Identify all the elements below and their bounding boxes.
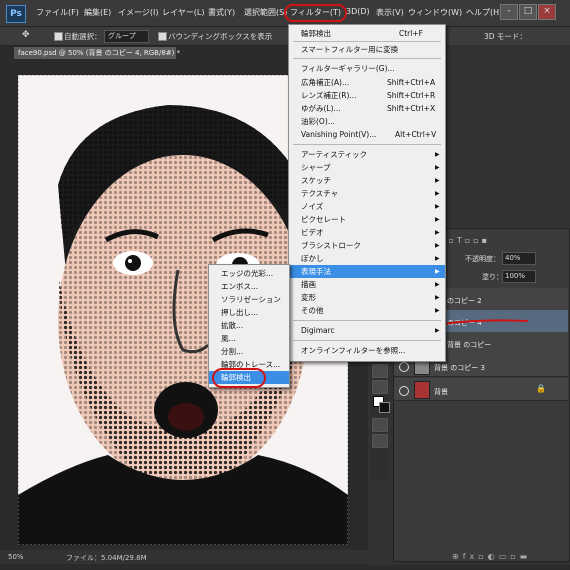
- menu-view[interactable]: 表示(V): [376, 7, 404, 18]
- 3d-mode-label: 3D モード：: [484, 32, 527, 41]
- red-annotation-circle: [212, 368, 266, 388]
- menu-layer[interactable]: レイヤー(L): [162, 7, 204, 18]
- menu-item-blur[interactable]: ぼかし ▶: [289, 252, 445, 265]
- submenu-arrow-icon: ▶: [435, 242, 440, 249]
- opacity-field[interactable]: 40%: [502, 252, 536, 265]
- minimize-button[interactable]: -: [500, 4, 518, 20]
- menu-item-video[interactable]: ビデオ ▶: [289, 226, 445, 239]
- submenu-item-wind[interactable]: 風...: [209, 332, 289, 345]
- menu-item-other[interactable]: その他 ▶: [289, 304, 445, 317]
- menu-file[interactable]: ファイル(F): [36, 7, 79, 18]
- menu-item-noise[interactable]: ノイズ ▶: [289, 200, 445, 213]
- menu-separator: [293, 41, 441, 42]
- menu-item-sketch[interactable]: スケッチ ▶: [289, 174, 445, 187]
- menu-item-oil-paint[interactable]: 油彩(O)...: [289, 115, 445, 128]
- menu-item-brush-strokes[interactable]: ブラシストローク ▶: [289, 239, 445, 252]
- menu-item-stylize[interactable]: 表現手法 ▶: [289, 265, 445, 278]
- menu-separator: [293, 320, 441, 321]
- menu-item-adaptive-wide-angle[interactable]: 広角補正(A)... Shift+Ctrl+A: [289, 76, 445, 89]
- status-bar: 50% ファイル：5.04M/29.8M: [0, 550, 370, 564]
- menu-image[interactable]: イメージ(I): [118, 7, 158, 18]
- submenu-arrow-icon: ▶: [435, 327, 440, 334]
- layer-name: 背景: [434, 388, 448, 396]
- zoom-level[interactable]: 50%: [8, 553, 24, 561]
- zoom-tool-icon[interactable]: [372, 364, 388, 378]
- submenu-arrow-icon: ▶: [435, 294, 440, 301]
- submenu-arrow-icon: ▶: [435, 307, 440, 314]
- menu-item-distort[interactable]: 変形 ▶: [289, 291, 445, 304]
- submenu-arrow-icon: ▶: [435, 177, 440, 184]
- submenu-item-diffuse[interactable]: 拡散...: [209, 319, 289, 332]
- submenu-arrow-icon: ▶: [435, 229, 440, 236]
- menu-item-browse-online-filters[interactable]: オンラインフィルターを参照...: [289, 344, 445, 357]
- menu-filter[interactable]: フィルター(T): [284, 4, 347, 22]
- maximize-button[interactable]: □: [519, 4, 537, 20]
- close-button[interactable]: ×: [538, 4, 556, 20]
- menu-separator: [293, 58, 441, 59]
- filter-menu: 輪郭検出 Ctrl+F スマートフィルター用に変換 フィルターギャラリー(G)..…: [288, 24, 446, 362]
- file-info: ファイル：5.04M/29.8M: [66, 554, 147, 562]
- submenu-item-extrude[interactable]: 押し出し...: [209, 306, 289, 319]
- bounding-box-label: バウンディングボックスを表示: [168, 32, 273, 41]
- red-annotation-underline: [441, 319, 529, 325]
- eye-icon[interactable]: [399, 386, 409, 396]
- submenu-arrow-icon: ▶: [435, 151, 440, 158]
- layer-panel-footer-icons[interactable]: ⊕fx▫◐▭▫▬: [452, 552, 562, 562]
- menu-item-smart-filter[interactable]: スマートフィルター用に変換: [289, 43, 445, 56]
- auto-select-label: 自動選択：: [64, 32, 102, 41]
- submenu-item-tiles[interactable]: 分割...: [209, 345, 289, 358]
- menu-item-texture[interactable]: テクスチャ ▶: [289, 187, 445, 200]
- menu-window[interactable]: ウィンドウ(W): [408, 7, 462, 18]
- opacity-label: 不透明度：: [465, 255, 500, 263]
- submenu-arrow-icon: ▶: [435, 203, 440, 210]
- submenu-item-solarize[interactable]: ソラリゼーション: [209, 293, 289, 306]
- quick-mask-icon[interactable]: [372, 418, 388, 432]
- bounding-box-checkbox[interactable]: [158, 32, 167, 41]
- menu-item-sharpen[interactable]: シャープ ▶: [289, 161, 445, 174]
- background-color-swatch[interactable]: [379, 402, 390, 413]
- menu-item-render[interactable]: 描画 ▶: [289, 278, 445, 291]
- document-tab[interactable]: face90.psd @ 50% (背景 のコピー 4, RGB/8#) *: [14, 47, 180, 59]
- lock-icon: 🔒: [536, 384, 546, 393]
- hand-tool-icon[interactable]: [372, 380, 388, 394]
- menu-edit[interactable]: 編集(E): [84, 7, 111, 18]
- submenu-arrow-icon: ▶: [435, 164, 440, 171]
- move-tool-icon[interactable]: ✥: [22, 30, 30, 40]
- eye-icon[interactable]: [399, 362, 409, 372]
- menu-item-pixelate[interactable]: ピクセレート ▶: [289, 213, 445, 226]
- layer-thumbnail: [414, 381, 430, 399]
- layer-filter-icons[interactable]: ▫▫T▫▫▪: [440, 236, 560, 246]
- auto-select-checkbox[interactable]: [54, 32, 63, 41]
- fill-label: 塗り：: [482, 273, 503, 281]
- layer-name: のコピー 2: [447, 297, 482, 305]
- menu-item-lens-correction[interactable]: レンズ補正(R)... Shift+Ctrl+R: [289, 89, 445, 102]
- menu-3d[interactable]: 3D(D): [346, 7, 370, 16]
- menu-separator: [293, 340, 441, 341]
- menu-help[interactable]: ヘルプ(H): [466, 7, 502, 18]
- submenu-item-glowing-edges[interactable]: エッジの光彩...: [209, 267, 289, 280]
- fill-field[interactable]: 100%: [502, 270, 536, 283]
- menu-item-vanishing-point[interactable]: Vanishing Point(V)... Alt+Ctrl+V: [289, 128, 445, 141]
- auto-select-dropdown[interactable]: グループ: [104, 30, 149, 43]
- submenu-arrow-icon: ▶: [435, 255, 440, 262]
- layer-name: 背景 のコピー: [447, 341, 492, 349]
- layer-name: 背景 のコピー 3: [434, 364, 485, 372]
- menu-item-artistic[interactable]: アーティスティック ▶: [289, 148, 445, 161]
- submenu-arrow-icon: ▶: [435, 268, 440, 275]
- screen-mode-icon[interactable]: [372, 434, 388, 448]
- menu-item-filter-gallery[interactable]: フィルターギャラリー(G)...: [289, 62, 445, 75]
- submenu-arrow-icon: ▶: [435, 281, 440, 288]
- submenu-item-emboss[interactable]: エンボス...: [209, 280, 289, 293]
- menu-item-digimarc[interactable]: Digimarc ▶: [289, 324, 445, 337]
- menu-item-last-filter[interactable]: 輪郭検出 Ctrl+F: [289, 27, 445, 40]
- app-logo: Ps: [6, 5, 26, 23]
- menu-item-liquify[interactable]: ゆがみ(L)... Shift+Ctrl+X: [289, 102, 445, 115]
- menu-type[interactable]: 書式(Y): [208, 7, 235, 18]
- submenu-arrow-icon: ▶: [435, 190, 440, 197]
- submenu-arrow-icon: ▶: [435, 216, 440, 223]
- menu-separator: [293, 144, 441, 145]
- menu-select[interactable]: 選択範囲(S): [244, 7, 287, 18]
